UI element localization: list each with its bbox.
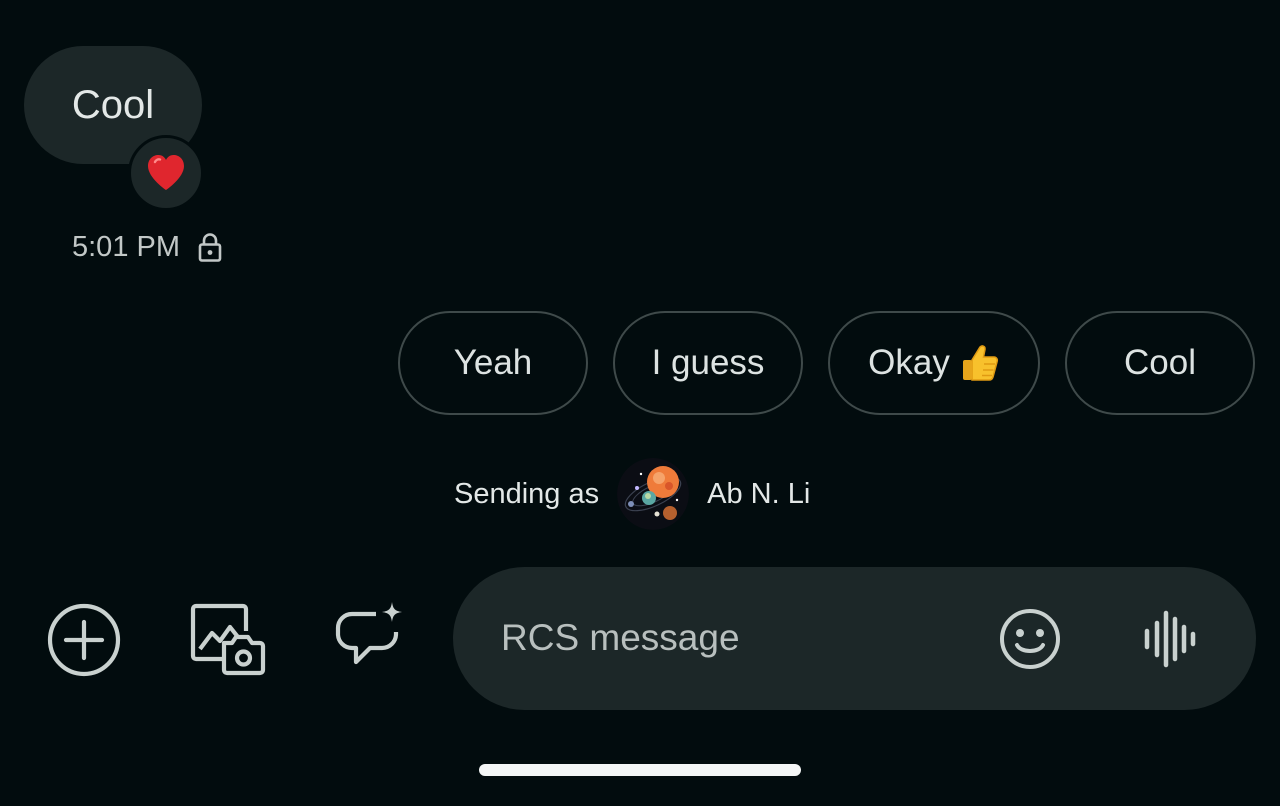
lock-icon — [198, 233, 222, 262]
smart-reply-chip[interactable]: I guess — [613, 311, 803, 415]
planets-avatar-icon — [617, 458, 690, 530]
thumbs-up-emoji-icon — [962, 345, 998, 381]
ai-assist-button[interactable] — [330, 600, 410, 680]
conversation-screen: Cool 5:01 PM Yeah I guess Okay Cool Send… — [0, 0, 1280, 806]
message-reaction[interactable] — [128, 135, 204, 211]
message-input[interactable] — [501, 603, 971, 673]
emoji-button[interactable] — [994, 603, 1066, 675]
smart-reply-label: Cool — [1124, 343, 1196, 382]
smart-reply-chip[interactable]: Cool — [1065, 311, 1255, 415]
sending-as-label: Sending as — [454, 477, 600, 510]
voice-message-button[interactable] — [1134, 603, 1206, 675]
gallery-camera-button[interactable] — [187, 600, 267, 680]
emoji-icon — [1000, 609, 1060, 669]
smart-reply-label: Yeah — [453, 343, 533, 382]
sender-name: Ab N. Li — [707, 477, 811, 510]
ai-sparkle-chat-icon — [335, 602, 402, 665]
heart-emoji-icon — [148, 155, 184, 190]
voice-waveform-icon — [1144, 610, 1196, 668]
avatar — [617, 458, 690, 530]
message-text: Cool — [71, 82, 155, 127]
gesture-home-bar[interactable] — [479, 764, 801, 776]
message-meta: 5:01 PM — [72, 228, 222, 266]
gallery-camera-icon — [190, 603, 266, 676]
add-attachment-button[interactable] — [44, 600, 124, 680]
smart-reply-label: I guess — [651, 343, 765, 382]
compose-bar — [453, 567, 1256, 710]
smart-reply-chip[interactable]: Yeah — [398, 311, 588, 415]
sending-as-row[interactable]: Sending as Ab N. Li — [454, 458, 810, 530]
smart-reply-label: Okay — [868, 343, 950, 382]
message-timestamp: 5:01 PM — [72, 230, 180, 263]
add-circle-icon — [47, 603, 121, 677]
smart-reply-chip[interactable]: Okay — [828, 311, 1040, 415]
